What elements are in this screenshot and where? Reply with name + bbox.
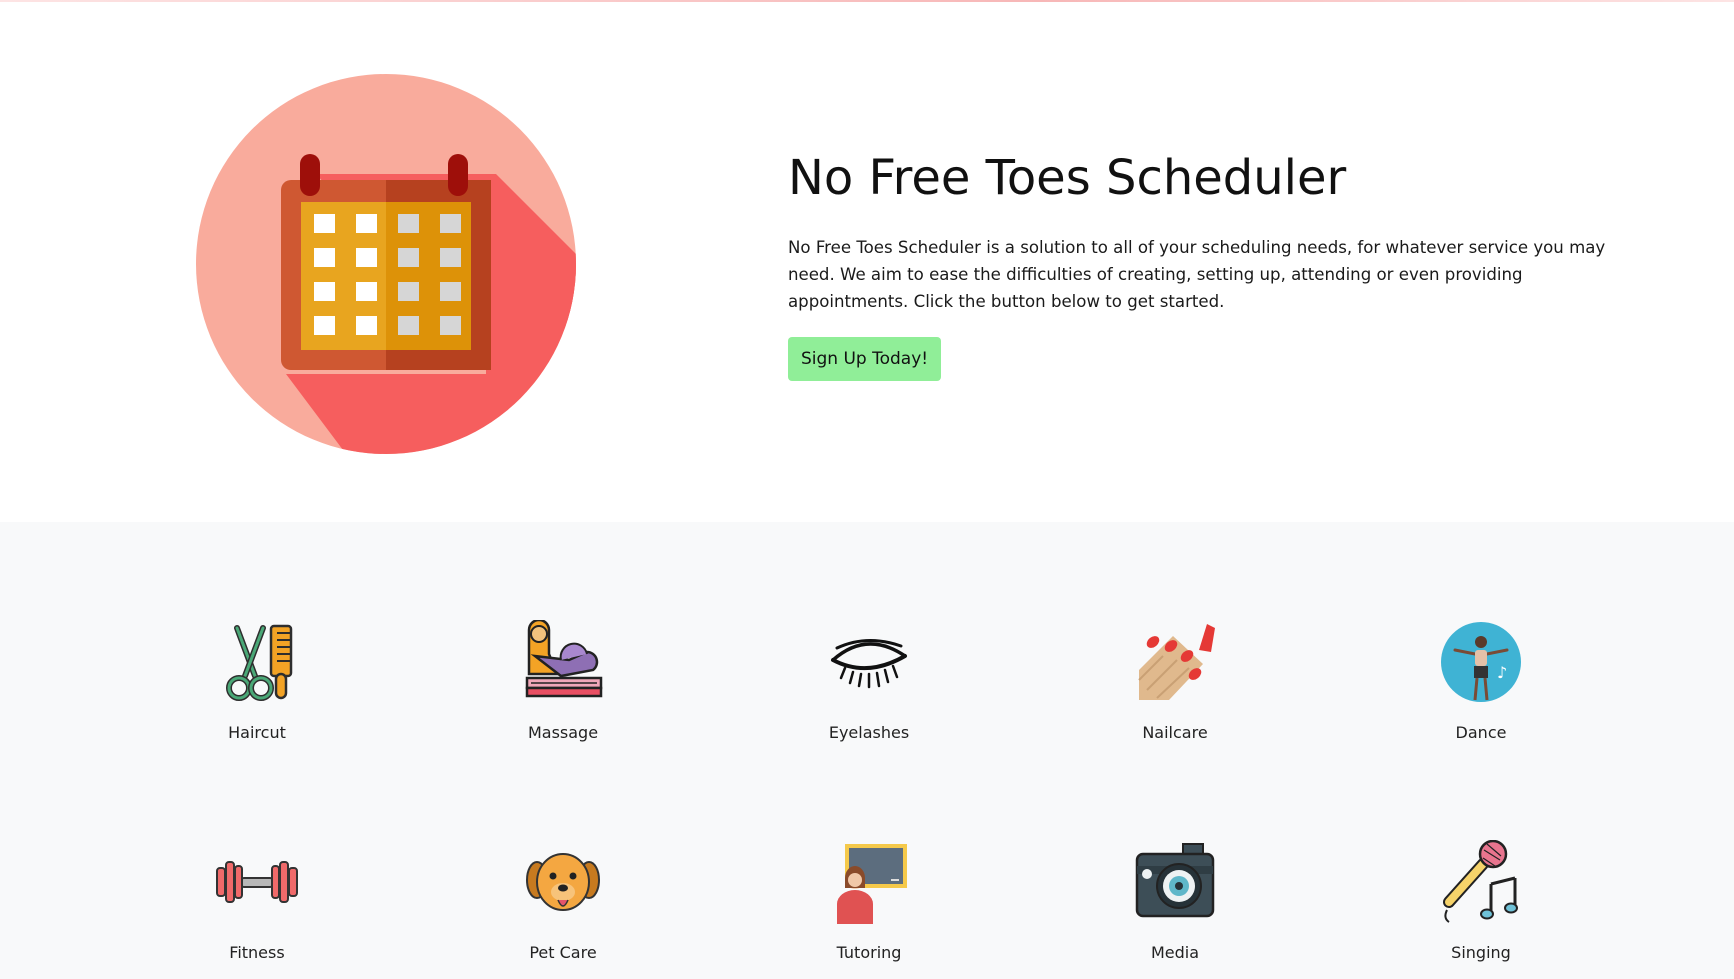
- service-tutoring[interactable]: Tutoring: [769, 840, 969, 962]
- teacher-icon: [837, 844, 907, 924]
- dancer-icon: ♪: [1441, 622, 1521, 702]
- hero-section: No Free Toes Scheduler No Free Toes Sche…: [0, 2, 1734, 522]
- service-pet-care[interactable]: Pet Care: [463, 840, 663, 962]
- service-massage[interactable]: Massage: [463, 620, 663, 742]
- camera-icon: [1135, 843, 1215, 918]
- microphone-icon: [1443, 840, 1518, 923]
- service-label: Dance: [1455, 723, 1507, 742]
- service-label: Nailcare: [1142, 723, 1208, 742]
- page-title: No Free Toes Scheduler: [788, 150, 1347, 206]
- service-eyelashes[interactable]: Eyelashes: [769, 620, 969, 742]
- nail-polish-icon: [1138, 624, 1215, 700]
- hero-text-block: No Free Toes Scheduler No Free Toes Sche…: [788, 150, 1618, 381]
- scissors-comb-icon: [226, 624, 293, 701]
- services-section: Haircut Massage Eyelashes Nailcare ♪ Dan…: [0, 522, 1734, 979]
- service-label: Tutoring: [836, 943, 902, 962]
- sign-up-button[interactable]: Sign Up Today!: [788, 337, 942, 381]
- dog-icon: [526, 853, 600, 911]
- service-dance[interactable]: ♪ Dance: [1381, 620, 1581, 742]
- service-haircut[interactable]: Haircut: [157, 620, 357, 742]
- service-label: Haircut: [228, 723, 286, 742]
- service-label: Fitness: [229, 943, 285, 962]
- calendar-icon: [196, 74, 576, 454]
- service-singing[interactable]: Singing: [1381, 840, 1581, 962]
- svg-text:♪: ♪: [1497, 663, 1507, 682]
- service-media[interactable]: Media: [1075, 840, 1275, 962]
- massage-icon: [525, 620, 603, 698]
- service-nailcare[interactable]: Nailcare: [1075, 620, 1275, 742]
- service-label: Singing: [1451, 943, 1511, 962]
- eyelash-icon: [831, 638, 907, 689]
- service-label: Eyelashes: [828, 723, 910, 742]
- service-label: Pet Care: [529, 943, 597, 962]
- dumbbell-icon: [216, 861, 298, 903]
- hero-description: No Free Toes Scheduler is a solution to …: [788, 238, 1606, 311]
- service-label: Media: [1150, 943, 1200, 962]
- service-fitness[interactable]: Fitness: [157, 840, 357, 962]
- service-label: Massage: [527, 723, 599, 742]
